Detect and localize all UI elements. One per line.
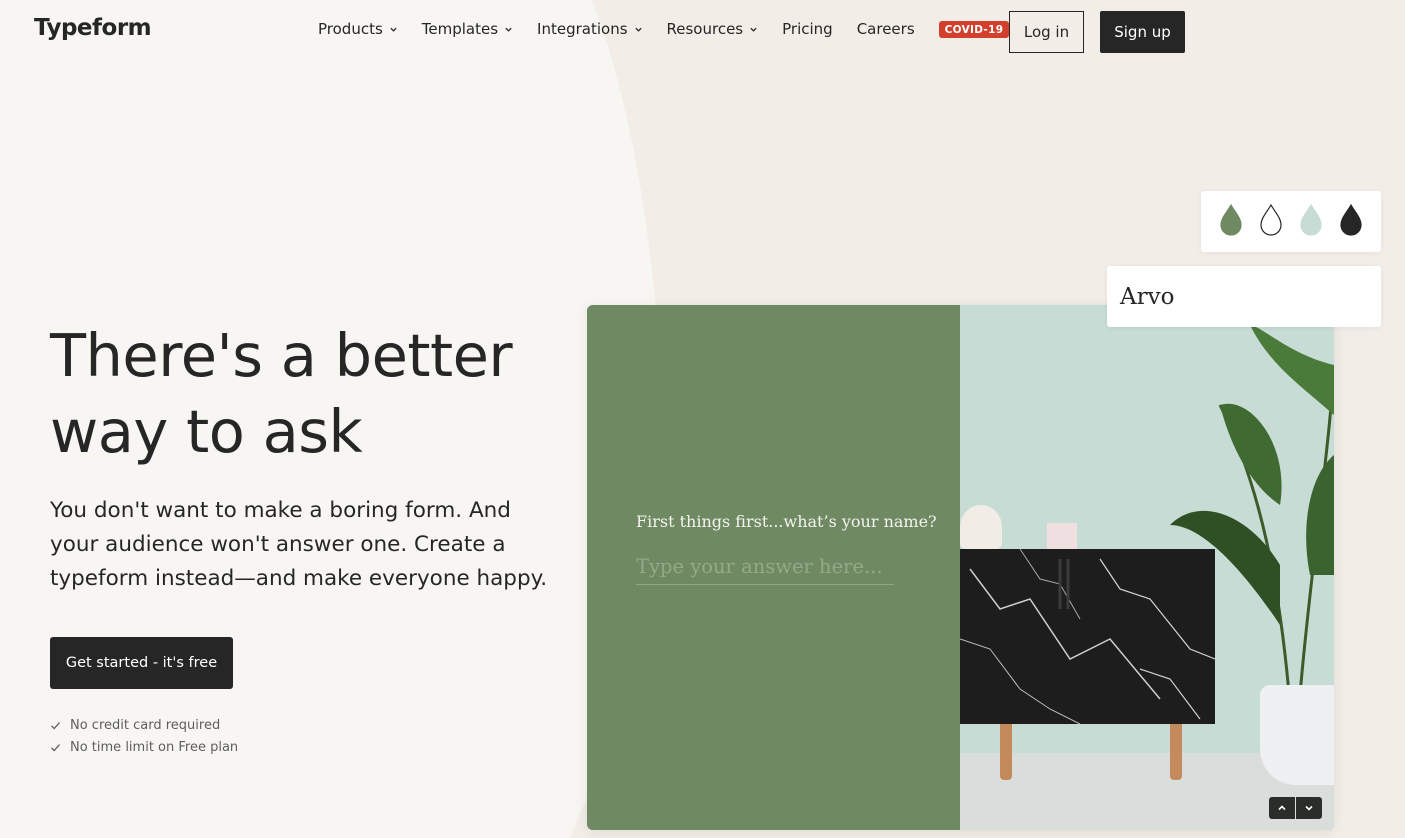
perk-item: No credit card required xyxy=(50,714,238,736)
preview-answer-field[interactable]: Type your answer here... xyxy=(636,555,894,585)
font-name: Arvo xyxy=(1120,283,1175,310)
nav-item-resources[interactable]: Resources xyxy=(667,20,759,38)
perk-item: No time limit on Free plan xyxy=(50,736,238,758)
chevron-down-icon xyxy=(505,27,512,32)
perks-list: No credit card required No time limit on … xyxy=(50,714,238,758)
typeform-logo[interactable]: Typeform xyxy=(34,15,152,41)
check-icon xyxy=(51,743,60,751)
perk-label: No time limit on Free plan xyxy=(70,739,239,755)
nav-item-label: Templates xyxy=(421,20,499,38)
preview-form-panel: First things first...what’s your name? T… xyxy=(587,305,960,830)
preview-scroll-controls xyxy=(1269,797,1322,819)
chevron-up-icon[interactable] xyxy=(1269,797,1295,819)
font-selector-panel[interactable]: Arvo xyxy=(1107,266,1381,327)
nav-item-products[interactable]: Products xyxy=(318,20,398,38)
get-started-button[interactable]: Get started - it's free xyxy=(50,637,233,689)
nav-item-label: Products xyxy=(318,20,383,38)
preview-question: First things first...what’s your name? xyxy=(636,512,937,531)
nav-item-label: Integrations xyxy=(537,20,628,38)
cabinet-leg xyxy=(1170,724,1182,780)
login-button[interactable]: Log in xyxy=(1009,11,1084,53)
check-icon xyxy=(51,721,60,729)
nav-item-careers[interactable]: Careers xyxy=(857,20,915,38)
hero-title: There's a better way to ask xyxy=(50,318,570,470)
chevron-down-icon xyxy=(390,27,397,32)
nav-item-label: Pricing xyxy=(782,20,833,38)
top-navigation: Typeform Products Templates Integrations Re… xyxy=(0,0,1405,62)
chevron-down-icon[interactable] xyxy=(1296,797,1322,819)
candle-decoration xyxy=(1047,523,1077,549)
droplet-icon[interactable] xyxy=(1338,203,1364,241)
droplet-icon[interactable] xyxy=(1218,203,1244,241)
droplet-icon[interactable] xyxy=(1298,203,1324,241)
perk-label: No credit card required xyxy=(70,717,221,733)
nav-item-label: Careers xyxy=(856,20,915,38)
plant-pot xyxy=(1260,685,1334,785)
main-nav: Products Templates Integrations Resources Pr… xyxy=(318,20,1010,38)
form-preview: First things first...what’s your name? T… xyxy=(587,305,1334,830)
color-swatch-panel xyxy=(1201,191,1381,252)
signup-button[interactable]: Sign up xyxy=(1100,11,1185,53)
chevron-down-icon xyxy=(634,27,642,32)
covid-badge[interactable]: COVID-19 xyxy=(938,20,1010,38)
cabinet-leg xyxy=(1000,724,1012,780)
nav-item-pricing[interactable]: Pricing xyxy=(782,20,833,38)
chevron-down-icon xyxy=(750,27,757,32)
preview-image xyxy=(960,305,1334,830)
plant-leaves xyxy=(1170,325,1334,705)
hero-title-line2: way to ask xyxy=(50,397,363,466)
nav-item-integrations[interactable]: Integrations xyxy=(537,20,642,38)
hero-subtitle: You don't want to make a boring form. An… xyxy=(50,498,548,591)
nav-item-label: Resources xyxy=(666,20,744,38)
nav-item-templates[interactable]: Templates xyxy=(422,20,513,38)
vase-decoration xyxy=(960,505,1002,549)
droplet-icon[interactable] xyxy=(1258,203,1284,241)
hero-title-line1: There's a better xyxy=(50,321,513,390)
